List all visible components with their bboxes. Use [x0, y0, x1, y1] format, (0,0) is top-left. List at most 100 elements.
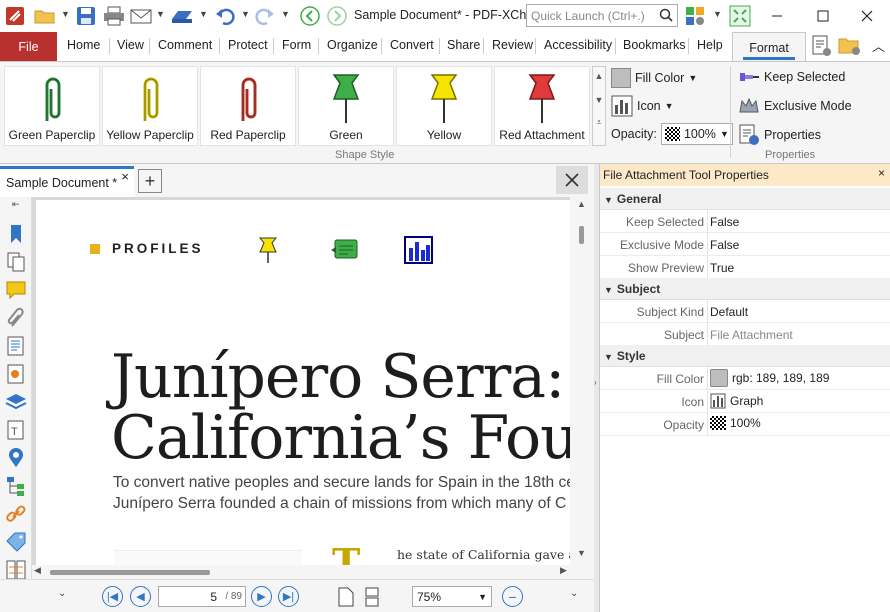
- layers-icon[interactable]: [5, 391, 27, 413]
- gallery-up-icon[interactable]: ▲: [593, 71, 605, 81]
- tab-accessibility[interactable]: Accessibility: [544, 38, 612, 52]
- search-icon[interactable]: [659, 8, 673, 25]
- pages-icon[interactable]: [5, 251, 27, 273]
- chevron-down-icon[interactable]: ⌄: [570, 588, 578, 599]
- gallery-item-red-attachment[interactable]: Red Attachment: [494, 66, 590, 146]
- chevron-down-icon[interactable]: ▼: [241, 9, 250, 19]
- open-folder-icon[interactable]: [34, 5, 56, 27]
- document-tab[interactable]: Sample Document * ×: [0, 166, 134, 197]
- tab-file[interactable]: File: [0, 32, 57, 61]
- tags-icon[interactable]: [5, 363, 27, 385]
- icon-button[interactable]: Icon ▼: [611, 95, 674, 117]
- attachments-icon[interactable]: [5, 307, 27, 329]
- chevron-down-icon[interactable]: ▼: [156, 9, 165, 19]
- exclusive-mode-button[interactable]: Exclusive Mode: [738, 96, 852, 116]
- tab-home[interactable]: Home: [67, 38, 100, 52]
- zoom-out-button[interactable]: −: [502, 586, 523, 607]
- continuous-page-icon[interactable]: [364, 587, 382, 610]
- prop-row-fill-color[interactable]: Fill Color rgb: 189, 189, 189: [600, 367, 890, 390]
- links-icon[interactable]: [5, 503, 27, 525]
- gallery-item-yellow-pin[interactable]: Yellow: [396, 66, 492, 146]
- tab-help[interactable]: Help: [697, 38, 723, 52]
- quick-launch-input[interactable]: Quick Launch (Ctrl+.): [526, 4, 678, 27]
- save-icon[interactable]: [75, 5, 97, 27]
- structure-icon[interactable]: [5, 475, 27, 497]
- document-settings-icon[interactable]: [810, 35, 832, 57]
- previous-page-button[interactable]: ◀: [130, 586, 151, 607]
- minimize-button[interactable]: [754, 0, 800, 32]
- gallery-item-green-paperclip[interactable]: Green Paperclip: [4, 66, 100, 146]
- hscroll-thumb[interactable]: [50, 570, 210, 575]
- undo-icon[interactable]: [214, 5, 236, 27]
- maximize-button[interactable]: [800, 0, 846, 32]
- email-icon[interactable]: [130, 5, 152, 27]
- gallery-item-yellow-paperclip[interactable]: Yellow Paperclip: [102, 66, 198, 146]
- close-window-button[interactable]: [844, 0, 890, 32]
- chevron-down-icon[interactable]: ▼: [281, 9, 290, 19]
- prop-row-subject-kind[interactable]: Subject Kind Default: [600, 300, 890, 323]
- tab-convert[interactable]: Convert: [390, 38, 434, 52]
- scroll-left-icon[interactable]: ◀: [34, 565, 41, 576]
- tab-view[interactable]: View: [117, 38, 144, 52]
- collapse-ribbon-icon[interactable]: ︿: [872, 36, 885, 55]
- tab-format[interactable]: Format: [732, 32, 806, 62]
- graph-annotation-icon[interactable]: [404, 236, 434, 267]
- close-tab-icon[interactable]: ×: [121, 169, 129, 184]
- chevron-down-icon[interactable]: ⌄: [58, 588, 66, 599]
- scan-icon[interactable]: [170, 5, 192, 27]
- first-page-button[interactable]: |◀: [102, 586, 123, 607]
- fill-color-button[interactable]: Fill Color ▼: [611, 68, 697, 88]
- gallery-scroll[interactable]: ▲ ▼ ⩡: [592, 66, 606, 146]
- new-tab-button[interactable]: +: [138, 169, 162, 193]
- chevron-down-icon[interactable]: ▼: [61, 9, 70, 19]
- tag-label-icon[interactable]: [5, 531, 27, 553]
- scroll-right-icon[interactable]: ▶: [560, 565, 567, 576]
- close-panel-icon[interactable]: ×: [878, 166, 885, 180]
- splitter-arrow-icon[interactable]: ›: [594, 378, 597, 387]
- document-view[interactable]: PROFILES Junípero Serra: California’s Fo…: [32, 197, 594, 565]
- print-icon[interactable]: [103, 5, 125, 27]
- scroll-down-icon[interactable]: ▼: [577, 548, 586, 558]
- redo-icon[interactable]: [254, 5, 276, 27]
- tab-form[interactable]: Form: [282, 38, 311, 52]
- content-icon[interactable]: [5, 335, 27, 357]
- opacity-select[interactable]: 100% ▼: [660, 123, 733, 145]
- back-icon[interactable]: [299, 5, 321, 27]
- tab-bookmarks[interactable]: Bookmarks: [623, 38, 686, 52]
- fullscreen-icon[interactable]: [729, 5, 751, 27]
- gallery-item-red-paperclip[interactable]: Red Paperclip: [200, 66, 296, 146]
- tab-share[interactable]: Share: [447, 38, 480, 52]
- prop-row-keep-selected[interactable]: Keep Selected False: [600, 210, 890, 233]
- bookmarks-icon[interactable]: [5, 223, 27, 245]
- tab-organize[interactable]: Organize: [327, 38, 378, 52]
- sidebar-collapse-icon[interactable]: ⇤: [12, 199, 20, 210]
- text-icon[interactable]: T: [5, 419, 27, 441]
- section-style[interactable]: ▼ Style: [600, 345, 890, 367]
- chevron-down-icon[interactable]: ▼: [713, 9, 722, 19]
- section-subject[interactable]: ▼ Subject: [600, 278, 890, 300]
- horizontal-scrollbar[interactable]: ◀ ▶: [32, 565, 594, 579]
- close-document-button[interactable]: [556, 166, 588, 194]
- folder-settings-icon[interactable]: [838, 35, 860, 57]
- prop-row-show-preview[interactable]: Show Preview True: [600, 256, 890, 279]
- single-page-icon[interactable]: [338, 587, 354, 610]
- tab-comment[interactable]: Comment: [158, 38, 212, 52]
- settings-tools-icon[interactable]: [684, 5, 706, 27]
- page-number-input[interactable]: 5 / 89: [158, 586, 246, 607]
- tab-review[interactable]: Review: [492, 38, 533, 52]
- properties-button[interactable]: Properties: [738, 124, 821, 146]
- prop-row-icon[interactable]: Icon Graph: [600, 390, 890, 413]
- tab-protect[interactable]: Protect: [228, 38, 268, 52]
- keep-selected-button[interactable]: Keep Selected: [738, 68, 845, 86]
- note-annotation-icon[interactable]: [330, 238, 360, 265]
- gallery-down-icon[interactable]: ▼: [593, 95, 605, 105]
- comments-icon[interactable]: [5, 279, 27, 301]
- pushpin-annotation-icon[interactable]: [258, 236, 278, 267]
- gallery-expand-icon[interactable]: ⩡: [593, 117, 605, 128]
- vertical-scrollbar[interactable]: ▲ ▼: [570, 197, 594, 565]
- chevron-down-icon[interactable]: ▼: [199, 9, 208, 19]
- scroll-up-icon[interactable]: ▲: [577, 199, 586, 209]
- prop-row-subject[interactable]: Subject File Attachment: [600, 323, 890, 346]
- prop-row-opacity[interactable]: Opacity 100%: [600, 413, 890, 436]
- color-swatch[interactable]: [710, 369, 728, 387]
